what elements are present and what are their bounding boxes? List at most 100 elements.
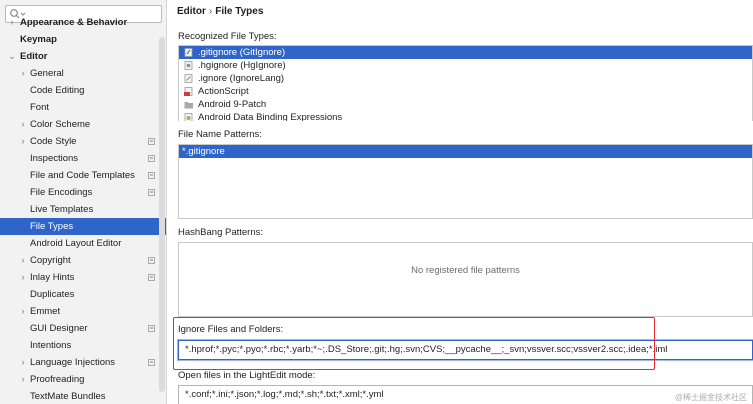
- file-type-item[interactable]: .gitignore (GitIgnore): [179, 46, 752, 59]
- hgignore-file-icon: [184, 61, 193, 70]
- watermark: @稀土掘金技术社区: [674, 393, 747, 402]
- breadcrumb-parent[interactable]: Editor: [177, 6, 206, 17]
- sidebar-item-label: Inspections: [30, 153, 79, 164]
- chevron-right-icon[interactable]: ›: [18, 133, 28, 150]
- sidebar-item-general[interactable]: › General: [0, 65, 166, 82]
- sidebar-item-label: File Encodings: [30, 187, 93, 198]
- recognized-file-types-list[interactable]: .gitignore (GitIgnore) .hgignore (HgIgnor…: [178, 45, 753, 121]
- sidebar-item-android-layout-editor[interactable]: Android Layout Editor: [0, 235, 166, 252]
- sidebar-item-label: Language Injections: [30, 357, 116, 368]
- sidebar-item-gui-designer[interactable]: GUI Designer: [0, 320, 166, 337]
- file-type-label: Android Data Binding Expressions: [198, 112, 343, 121]
- sidebar-item-label: Code Style: [30, 136, 77, 147]
- sidebar-item-label: Code Editing: [30, 85, 85, 96]
- sidebar-item-label: Android Layout Editor: [30, 238, 122, 249]
- sidebar-item-file-encodings[interactable]: File Encodings: [0, 184, 166, 201]
- breadcrumb-separator: ›: [208, 6, 213, 17]
- file-type-item[interactable]: .ignore (IgnoreLang): [179, 72, 752, 85]
- chevron-right-icon[interactable]: ›: [18, 65, 28, 82]
- sidebar-item-label: TextMate Bundles: [30, 391, 106, 402]
- sidebar-item-label: GUI Designer: [30, 323, 88, 334]
- ignore-files-label: Ignore Files and Folders:: [178, 324, 284, 335]
- chevron-right-icon[interactable]: ›: [18, 269, 28, 286]
- sidebar-item-code-style[interactable]: › Code Style: [0, 133, 166, 150]
- recognized-file-types-label: Recognized File Types:: [178, 31, 277, 42]
- chevron-right-icon[interactable]: ›: [18, 354, 28, 371]
- sidebar-item-keymap[interactable]: Keymap: [0, 31, 166, 48]
- chevron-right-icon[interactable]: ›: [18, 303, 28, 320]
- sidebar-item-emmet[interactable]: › Emmet: [0, 303, 166, 320]
- chevron-right-icon[interactable]: ›: [18, 116, 28, 133]
- file-type-label: ActionScript: [198, 86, 249, 97]
- project-scope-icon: [148, 138, 155, 145]
- lightedit-label: Open files in the LightEdit mode:: [178, 370, 316, 381]
- sidebar-item-editor[interactable]: ⌄ Editor: [0, 48, 166, 65]
- breadcrumb: Editor › File Types: [177, 5, 263, 19]
- file-name-patterns-list[interactable]: *.gitignore: [178, 144, 753, 219]
- sidebar-item-file-and-code-templates[interactable]: File and Code Templates: [0, 167, 166, 184]
- chevron-right-icon[interactable]: ›: [18, 371, 28, 388]
- sidebar-item-appearance-behavior[interactable]: › Appearance & Behavior: [0, 14, 166, 31]
- file-type-item[interactable]: ActionScript: [179, 85, 752, 98]
- file-types-panel: Editor › File Types Recognized File Types:…: [168, 0, 753, 404]
- sidebar-item-inlay-hints[interactable]: › Inlay Hints: [0, 269, 166, 286]
- sidebar-item-label: General: [30, 68, 64, 79]
- project-scope-icon: [148, 359, 155, 366]
- android-file-icon: [184, 113, 193, 121]
- file-type-item[interactable]: Android 9-Patch: [179, 98, 752, 111]
- sidebar-scrollbar[interactable]: [159, 37, 165, 392]
- breadcrumb-current: File Types: [215, 6, 264, 17]
- settings-sidebar: › Appearance & Behavior Keymap ⌄ Editor › Gene…: [0, 0, 167, 404]
- sidebar-item-code-editing[interactable]: Code Editing: [0, 82, 166, 99]
- sidebar-item-label: Copyright: [30, 255, 71, 266]
- settings-tree: › Appearance & Behavior Keymap ⌄ Editor › Gene…: [0, 17, 166, 404]
- sidebar-item-label: File Types: [30, 221, 74, 232]
- chevron-right-icon[interactable]: ›: [7, 14, 17, 31]
- file-type-label: .ignore (IgnoreLang): [198, 73, 285, 84]
- sidebar-item-proofreading[interactable]: › Proofreading: [0, 371, 166, 388]
- sidebar-item-label: Duplicates: [30, 289, 75, 300]
- sidebar-item-color-scheme[interactable]: › Color Scheme: [0, 116, 166, 133]
- sidebar-item-intentions[interactable]: Intentions: [0, 337, 166, 354]
- sidebar-item-live-templates[interactable]: Live Templates: [0, 201, 166, 218]
- sidebar-item-label: Appearance & Behavior: [20, 17, 128, 28]
- folder-icon: [184, 102, 193, 109]
- sidebar-item-label: Editor: [20, 51, 48, 62]
- file-type-label: .gitignore (GitIgnore): [198, 47, 286, 58]
- lightedit-patterns-field[interactable]: *.conf;*.ini;*.json;*.log;*.md;*.sh;*.tx…: [178, 385, 753, 404]
- project-scope-icon: [148, 325, 155, 332]
- ignore-file-icon: [184, 74, 193, 83]
- sidebar-item-label: Proofreading: [30, 374, 85, 385]
- sidebar-item-copyright[interactable]: › Copyright: [0, 252, 166, 269]
- sidebar-item-label: Font: [30, 102, 50, 113]
- file-type-item[interactable]: Android Data Binding Expressions: [179, 111, 752, 121]
- sidebar-item-label: Color Scheme: [30, 119, 91, 130]
- sidebar-item-language-injections[interactable]: › Language Injections: [0, 354, 166, 371]
- hashbang-patterns-label: HashBang Patterns:: [178, 227, 264, 238]
- file-type-label: Android 9-Patch: [198, 99, 267, 110]
- sidebar-item-label: File and Code Templates: [30, 170, 135, 181]
- ignore-files-field[interactable]: *.hprof;*.pyc;*.pyo;*.rbc;*.yarb;*~;.DS_…: [178, 340, 753, 360]
- sidebar-item-file-types[interactable]: File Types: [0, 218, 166, 235]
- project-scope-icon: [148, 274, 155, 281]
- project-scope-icon: [148, 172, 155, 179]
- sidebar-item-font[interactable]: Font: [0, 99, 166, 116]
- hashbang-patterns-list[interactable]: No registered file patterns: [178, 242, 753, 317]
- sidebar-item-label: Keymap: [20, 34, 57, 45]
- project-scope-icon: [148, 189, 155, 196]
- file-type-label: .hgignore (HgIgnore): [198, 60, 286, 71]
- chevron-down-icon[interactable]: ⌄: [7, 48, 17, 65]
- empty-list-message: No registered file patterns: [411, 265, 520, 276]
- project-scope-icon: [148, 257, 155, 264]
- sidebar-item-duplicates[interactable]: Duplicates: [0, 286, 166, 303]
- sidebar-item-textmate-bundles[interactable]: TextMate Bundles: [0, 388, 166, 404]
- actionscript-file-icon: [184, 87, 193, 96]
- file-type-item[interactable]: .hgignore (HgIgnore): [179, 59, 752, 72]
- project-scope-icon: [148, 155, 155, 162]
- chevron-right-icon[interactable]: ›: [18, 252, 28, 269]
- sidebar-item-inspections[interactable]: Inspections: [0, 150, 166, 167]
- gitignore-file-icon: [184, 48, 193, 57]
- sidebar-item-label: Emmet: [30, 306, 61, 317]
- file-name-pattern-item[interactable]: *.gitignore: [179, 145, 752, 158]
- sidebar-item-label: Inlay Hints: [30, 272, 75, 283]
